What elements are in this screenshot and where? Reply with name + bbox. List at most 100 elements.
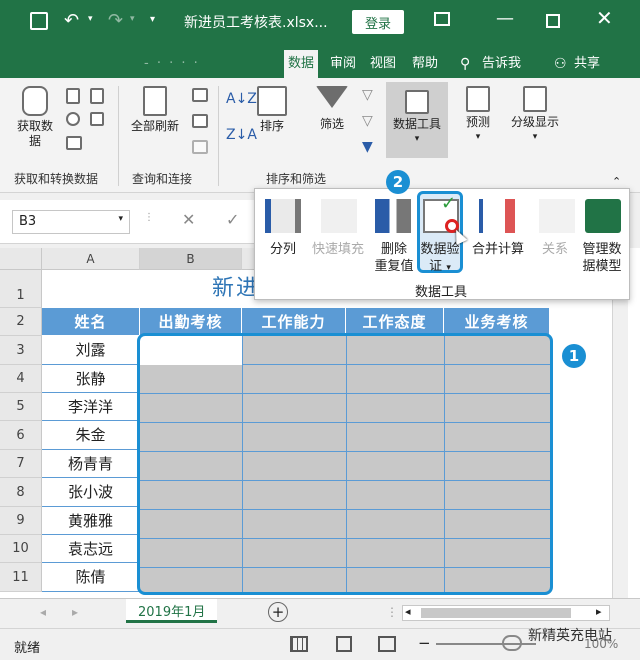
- enter-icon[interactable]: ✓: [226, 210, 239, 229]
- remove-duplicates-icon: [375, 199, 411, 233]
- manage-data-model-button[interactable]: 管理数 据模型: [577, 241, 627, 275]
- properties-icon[interactable]: [192, 114, 208, 131]
- column-header-b[interactable]: B: [140, 248, 242, 270]
- cancel-icon[interactable]: ✕: [182, 210, 195, 229]
- add-sheet-icon[interactable]: +: [268, 602, 288, 622]
- scroll-left-icon[interactable]: ◂: [405, 605, 411, 618]
- relationships-button[interactable]: 关系: [535, 241, 575, 258]
- row-header[interactable]: 8: [0, 478, 42, 507]
- recent-sources-icon[interactable]: [90, 88, 104, 107]
- customize-qat-icon[interactable]: ▾: [150, 14, 155, 25]
- name-cell[interactable]: 杨青青: [42, 450, 140, 478]
- consolidate-button[interactable]: 合并计算: [467, 241, 529, 258]
- page-break-icon[interactable]: [378, 636, 396, 652]
- get-data-label: 获取数 据: [16, 119, 53, 148]
- name-cell[interactable]: 陈倩: [42, 563, 140, 592]
- row-header[interactable]: 9: [0, 507, 42, 535]
- row-header[interactable]: 4: [0, 365, 42, 393]
- normal-view-icon[interactable]: [290, 636, 308, 652]
- sort-button[interactable]: 排序: [250, 86, 294, 134]
- header-name[interactable]: 姓名: [42, 308, 140, 336]
- undo-dropdown-icon[interactable]: ▾: [88, 14, 93, 24]
- remove-duplicates-label: 删除 重复值: [374, 242, 414, 274]
- existing-connections-icon[interactable]: [90, 112, 104, 129]
- clear-filter-icon[interactable]: ▽: [362, 88, 373, 103]
- scrollbar-thumb[interactable]: [421, 608, 571, 618]
- from-table-icon[interactable]: [66, 136, 82, 153]
- advanced-filter-icon[interactable]: ▼: [362, 140, 373, 155]
- scroll-right-icon[interactable]: ▸: [596, 605, 602, 618]
- name-cell[interactable]: 刘露: [42, 336, 140, 365]
- queries-connections-icon[interactable]: [192, 88, 208, 105]
- flash-fill-button[interactable]: 快速填充: [305, 241, 371, 258]
- horizontal-scrollbar[interactable]: ◂: [402, 605, 610, 621]
- forecast-icon: [466, 86, 490, 112]
- row-header-1[interactable]: 1: [0, 270, 42, 308]
- name-cell[interactable]: 张小波: [42, 478, 140, 507]
- redo-icon[interactable]: ↷: [108, 10, 123, 31]
- name-cell[interactable]: 袁志远: [42, 535, 140, 563]
- search-icon[interactable]: ⚲: [456, 50, 474, 78]
- zoom-level[interactable]: 100%: [584, 637, 618, 651]
- outline-button[interactable]: 分级显示 ▾: [504, 86, 566, 145]
- row-header[interactable]: 7: [0, 450, 42, 478]
- share-button[interactable]: 共享: [570, 50, 604, 78]
- data-validation-label: 数据验 证: [420, 242, 460, 274]
- share-icon[interactable]: ⚇: [550, 50, 571, 78]
- data-tools-button[interactable]: 数据工具 ▾: [386, 82, 448, 158]
- select-all-corner[interactable]: [0, 248, 42, 270]
- flash-fill-label: 快速填充: [311, 242, 364, 257]
- name-cell[interactable]: 张静: [42, 365, 140, 393]
- row-header[interactable]: 11: [0, 563, 42, 592]
- sheet-tab-2019-01[interactable]: 2019年1月: [126, 599, 218, 623]
- tab-data[interactable]: 数据: [284, 50, 319, 78]
- header-attendance[interactable]: 出勤考核: [140, 308, 242, 336]
- header-attitude[interactable]: 工作态度: [346, 308, 444, 336]
- login-button[interactable]: 登录: [352, 10, 404, 34]
- page-layout-icon[interactable]: [336, 636, 352, 652]
- from-text-icon[interactable]: [66, 88, 80, 107]
- filter-button[interactable]: 筛选: [310, 86, 354, 132]
- row-header-2[interactable]: 2: [0, 308, 42, 336]
- name-cell[interactable]: 李洋洋: [42, 393, 140, 421]
- get-data-button[interactable]: 获取数 据: [10, 86, 60, 149]
- text-to-columns-button[interactable]: 分列: [263, 241, 303, 258]
- save-icon[interactable]: [30, 12, 48, 30]
- collapse-ribbon-icon[interactable]: ⌃: [612, 174, 621, 189]
- forecast-button[interactable]: 预测 ▾: [456, 86, 500, 145]
- data-validation-button[interactable]: 数据验 证 ▾: [419, 241, 461, 277]
- from-web-icon[interactable]: [66, 112, 80, 129]
- close-icon[interactable]: ✕: [596, 6, 613, 30]
- redo-dropdown-icon[interactable]: ▾: [130, 14, 135, 24]
- flash-fill-icon: [321, 199, 357, 233]
- refresh-all-button[interactable]: 全部刷新: [124, 86, 186, 134]
- row-header[interactable]: 6: [0, 421, 42, 450]
- data-tools-label: 数据工具: [392, 117, 441, 131]
- column-header-a[interactable]: A: [42, 248, 140, 270]
- tab-view[interactable]: 视图: [366, 50, 400, 78]
- zoom-out-icon[interactable]: −: [418, 634, 431, 652]
- database-icon: [22, 86, 48, 116]
- header-ability[interactable]: 工作能力: [242, 308, 346, 336]
- name-cell[interactable]: 黄雅雅: [42, 507, 140, 535]
- row-header[interactable]: 5: [0, 393, 42, 421]
- remove-duplicates-button[interactable]: 删除 重复值: [369, 241, 419, 275]
- data-tools-icon: [405, 90, 429, 114]
- minimize-icon[interactable]: —: [496, 8, 514, 29]
- row-header[interactable]: 3: [0, 336, 42, 365]
- reapply-filter-icon[interactable]: ▽: [362, 114, 373, 129]
- scroll-left-icon[interactable]: ◂: [40, 605, 46, 619]
- tell-me-search[interactable]: 告诉我: [478, 50, 525, 78]
- row-header[interactable]: 10: [0, 535, 42, 563]
- tab-help[interactable]: 帮助: [408, 50, 442, 78]
- undo-icon[interactable]: ↶: [64, 10, 79, 31]
- vertical-scrollbar[interactable]: [612, 248, 628, 598]
- name-box[interactable]: B3 ▾: [12, 210, 130, 234]
- maximize-icon[interactable]: [546, 14, 560, 28]
- edit-links-icon[interactable]: [192, 140, 208, 157]
- tab-review[interactable]: 审阅: [326, 50, 360, 78]
- scroll-right-icon[interactable]: ▸: [72, 605, 78, 619]
- name-cell[interactable]: 朱金: [42, 421, 140, 450]
- ribbon-display-options-icon[interactable]: [434, 12, 450, 26]
- header-business[interactable]: 业务考核: [444, 308, 550, 336]
